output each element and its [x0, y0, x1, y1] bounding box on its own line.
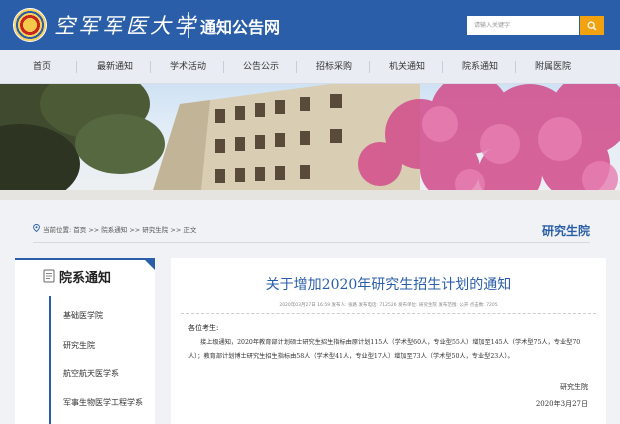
nav-academic[interactable]: 学术活动 — [156, 50, 220, 84]
nav-affiliated-hospitals[interactable]: 附属医院 — [521, 50, 585, 84]
nav-office-notices[interactable]: 机关通知 — [375, 50, 439, 84]
nav-announcements[interactable]: 公告公示 — [229, 50, 293, 84]
nav-home[interactable]: 首页 — [10, 50, 74, 84]
location-pin-icon — [33, 224, 40, 232]
campus-banner-image — [0, 84, 620, 200]
article-date: 2020年3月27日 — [535, 400, 588, 408]
nav-separator — [150, 61, 151, 73]
article-greeting: 各位考生: — [188, 324, 219, 332]
university-name[interactable]: 空军军医大学 — [54, 10, 198, 40]
nav-separator — [442, 61, 443, 73]
sidebar-heading: 院系通知 — [59, 271, 112, 286]
nav-latest[interactable]: 最新通知 — [83, 50, 147, 84]
search-input[interactable]: 请输入关键字 — [467, 16, 579, 35]
sidebar-item-aerospace-medicine[interactable]: 航空航天医学系 — [63, 368, 119, 379]
section-title: 研究生院 — [541, 224, 590, 238]
breadcrumb-divider — [33, 242, 590, 243]
campus-photo — [0, 84, 620, 200]
article-title: 关于增加2020年研究生招生计划的通知 — [265, 277, 512, 293]
breadcrumb[interactable]: 当前位置: 首页 >> 院系通知 >> 研究生院 >> 正文 — [43, 224, 196, 234]
sidebar-item-biomedical-engineering[interactable]: 军事生物医学工程学系 — [63, 397, 143, 408]
site-title[interactable]: 通知公告网 — [200, 14, 280, 38]
nav-separator — [76, 61, 77, 73]
main-nav: 首页 最新通知 学术活动 公告公示 招标采购 机关通知 院系通知 附属医院 — [0, 50, 620, 84]
document-icon — [43, 269, 55, 283]
sidebar: 院系通知 基础医学院 研究生院 航空航天医学系 军事生物医学工程学系 — [15, 258, 155, 424]
article-panel: 关于增加2020年研究生招生计划的通知 2020年03月27日 16:59 发布… — [171, 258, 606, 424]
article-divider — [181, 313, 596, 314]
university-seal-logo[interactable] — [13, 8, 47, 42]
site-header: 空军军医大学 通知公告网 请输入关键字 — [0, 0, 620, 50]
sidebar-header: 院系通知 — [15, 260, 155, 294]
header-divider — [188, 12, 189, 38]
article-meta: 2020年03月27日 16:59 发布人: 张路 发布电话: 712526 发… — [279, 303, 498, 308]
sidebar-item-graduate-school[interactable]: 研究生院 — [63, 340, 95, 351]
sidebar-accent-bar — [49, 296, 51, 424]
article-signature: 研究生院 — [560, 383, 588, 391]
nav-department-notices[interactable]: 院系通知 — [448, 50, 512, 84]
nav-procurement[interactable]: 招标采购 — [302, 50, 366, 84]
sidebar-item-basic-medicine[interactable]: 基础医学院 — [63, 310, 103, 321]
nav-separator — [515, 61, 516, 73]
nav-separator — [369, 61, 370, 73]
nav-separator — [296, 61, 297, 73]
nav-separator — [223, 61, 224, 73]
search-icon — [587, 21, 597, 30]
article-body: 接上级通知，2020年教育部计划硕士研究生招生指标由原计划115人（学术型60人… — [188, 339, 581, 360]
search-button[interactable] — [580, 16, 604, 35]
